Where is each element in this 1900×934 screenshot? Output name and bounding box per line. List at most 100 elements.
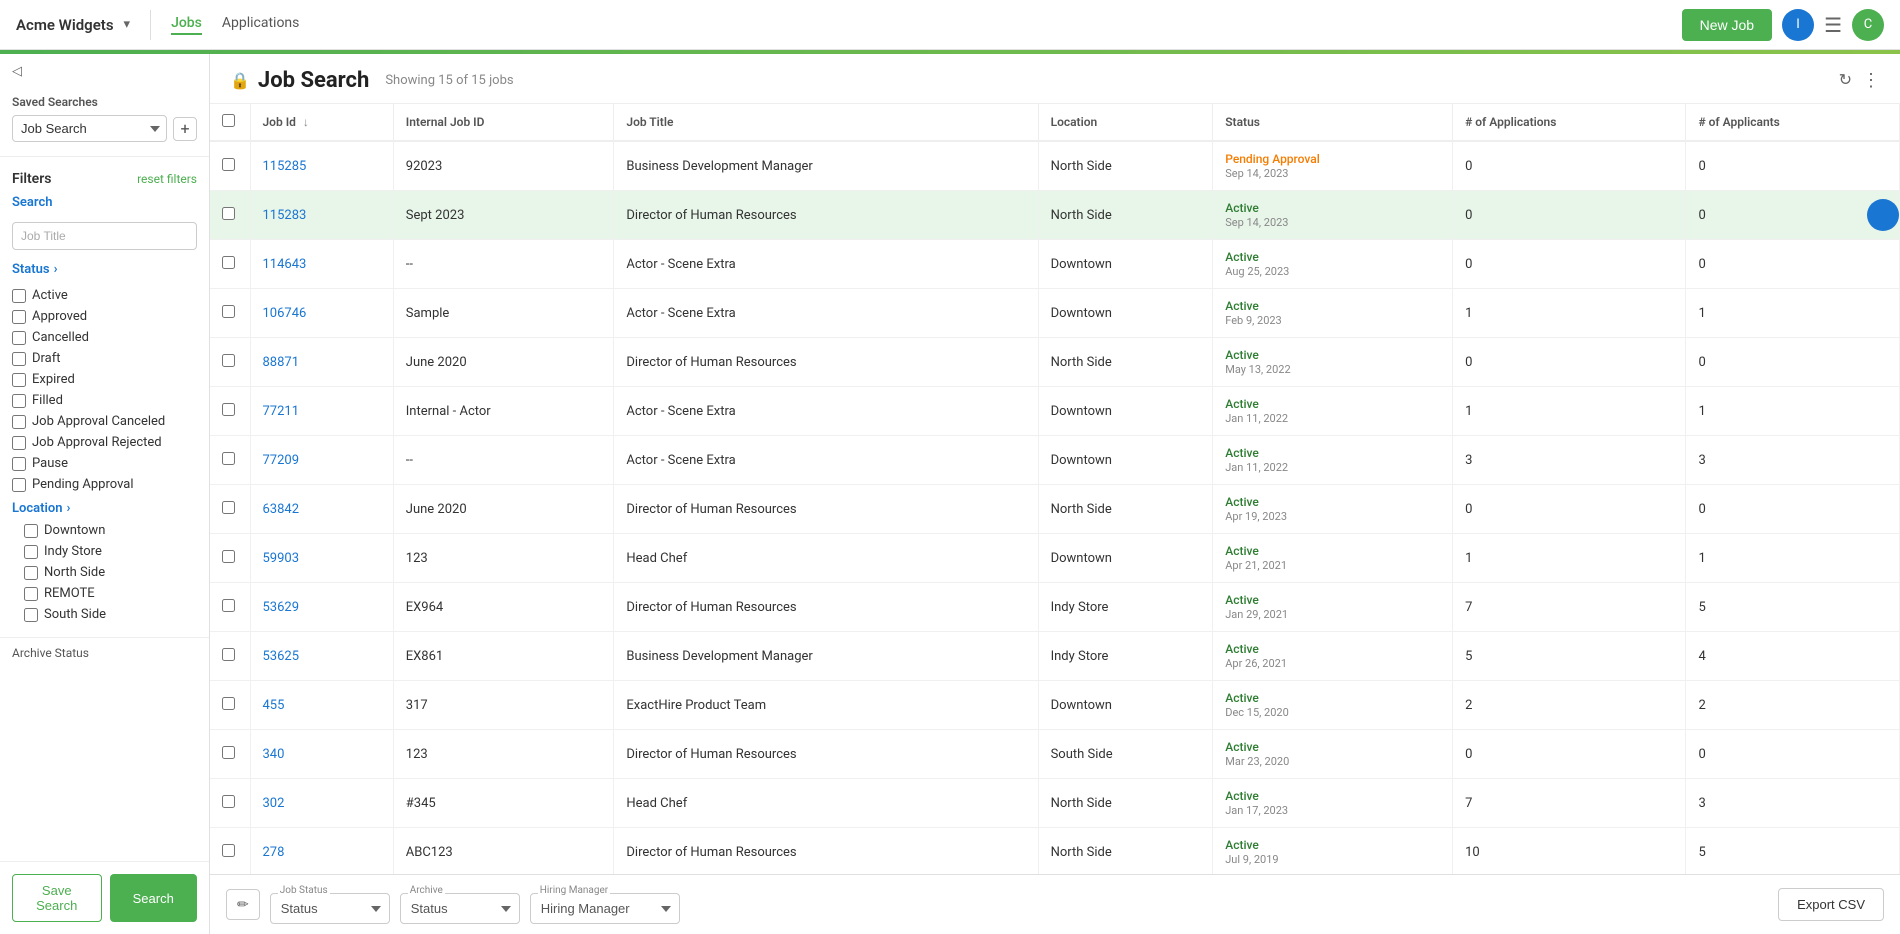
more-options-icon[interactable]: ⋮ bbox=[1862, 70, 1880, 91]
hamburger-icon[interactable]: ☰ bbox=[1824, 13, 1842, 37]
saved-searches-select[interactable]: Job Search bbox=[12, 115, 167, 142]
reset-filters-button[interactable]: reset filters bbox=[137, 172, 197, 186]
status-label-job-approval-rejected[interactable]: Job Approval Rejected bbox=[32, 435, 162, 450]
col-num-applicants[interactable]: # of Applicants bbox=[1686, 104, 1900, 141]
status-label-cancelled[interactable]: Cancelled bbox=[32, 330, 89, 345]
row-checkbox-12[interactable] bbox=[222, 746, 235, 759]
status-label-draft[interactable]: Draft bbox=[32, 351, 61, 366]
edit-icon-button[interactable]: ✏ bbox=[226, 889, 260, 920]
table-row[interactable]: 455 317 ExactHire Product Team Downtown … bbox=[210, 681, 1900, 730]
location-label-north-side[interactable]: North Side bbox=[44, 565, 105, 580]
job-title-search-input[interactable] bbox=[12, 222, 197, 250]
status-label-approved[interactable]: Approved bbox=[32, 309, 87, 324]
add-saved-search-button[interactable]: + bbox=[173, 117, 197, 141]
row-num-applications: 0 bbox=[1453, 338, 1686, 387]
table-row[interactable]: 53629 EX964 Director of Human Resources … bbox=[210, 583, 1900, 632]
hiring-manager-select[interactable]: Hiring Manager bbox=[530, 893, 680, 924]
table-row[interactable]: 77209 -- Actor - Scene Extra Downtown Ac… bbox=[210, 436, 1900, 485]
row-status-label: Active bbox=[1225, 593, 1259, 607]
table-row[interactable]: 115283 Sept 2023 Director of Human Resou… bbox=[210, 191, 1900, 240]
row-status-label: Active bbox=[1225, 397, 1259, 411]
table-row[interactable]: 106746 Sample Actor - Scene Extra Downto… bbox=[210, 289, 1900, 338]
brand-name[interactable]: Acme Widgets bbox=[16, 16, 114, 34]
row-checkbox-11[interactable] bbox=[222, 697, 235, 710]
location-checkbox-indy-store[interactable] bbox=[24, 545, 38, 559]
col-status[interactable]: Status bbox=[1213, 104, 1453, 141]
archive-select[interactable]: Status bbox=[400, 893, 520, 924]
refresh-icon[interactable]: ↻ bbox=[1839, 70, 1852, 91]
new-job-button[interactable]: New Job bbox=[1682, 9, 1772, 41]
table-row[interactable]: 302 #345 Head Chef North Side Active Jan… bbox=[210, 779, 1900, 828]
job-status-select[interactable]: Status bbox=[270, 893, 390, 924]
select-all-checkbox[interactable] bbox=[222, 114, 235, 127]
status-label-pending-approval[interactable]: Pending Approval bbox=[32, 477, 134, 492]
row-checkbox-7[interactable] bbox=[222, 501, 235, 514]
search-button[interactable]: Search bbox=[110, 874, 198, 922]
col-location[interactable]: Location bbox=[1038, 104, 1213, 141]
location-label-downtown[interactable]: Downtown bbox=[44, 523, 105, 538]
row-num-applicants: 0 bbox=[1686, 240, 1900, 289]
row-checkbox-4[interactable] bbox=[222, 354, 235, 367]
location-checkbox-remote[interactable] bbox=[24, 587, 38, 601]
location-label-remote[interactable]: REMOTE bbox=[44, 586, 95, 601]
user-avatar-c[interactable]: C bbox=[1852, 9, 1884, 41]
row-checkbox-10[interactable] bbox=[222, 648, 235, 661]
status-checkbox-job-approval-canceled[interactable] bbox=[12, 415, 26, 429]
row-checkbox-3[interactable] bbox=[222, 305, 235, 318]
table-row[interactable]: 77211 Internal - Actor Actor - Scene Ext… bbox=[210, 387, 1900, 436]
row-checkbox-9[interactable] bbox=[222, 599, 235, 612]
table-row[interactable]: 63842 June 2020 Director of Human Resour… bbox=[210, 485, 1900, 534]
row-checkbox-cell bbox=[210, 632, 250, 681]
tab-jobs[interactable]: Jobs bbox=[171, 15, 202, 35]
status-label-job-approval-canceled[interactable]: Job Approval Canceled bbox=[32, 414, 165, 429]
table-row[interactable]: 53625 EX861 Business Development Manager… bbox=[210, 632, 1900, 681]
row-checkbox-6[interactable] bbox=[222, 452, 235, 465]
col-job-title[interactable]: Job Title bbox=[614, 104, 1038, 141]
row-checkbox-14[interactable] bbox=[222, 844, 235, 857]
status-label-pause[interactable]: Pause bbox=[32, 456, 68, 471]
brand-caret[interactable]: ▾ bbox=[124, 17, 131, 32]
col-job-id[interactable]: Job Id ↓ bbox=[250, 104, 393, 141]
status-checkbox-filled[interactable] bbox=[12, 394, 26, 408]
save-search-button[interactable]: Save Search bbox=[12, 874, 102, 922]
status-checkbox-active[interactable] bbox=[12, 289, 26, 303]
row-status-label: Active bbox=[1225, 544, 1259, 558]
export-csv-button[interactable]: Export CSV bbox=[1778, 888, 1884, 921]
status-checkbox-expired[interactable] bbox=[12, 373, 26, 387]
table-row[interactable]: 59903 123 Head Chef Downtown Active Apr … bbox=[210, 534, 1900, 583]
status-checkbox-cancelled[interactable] bbox=[12, 331, 26, 345]
row-checkbox-1[interactable] bbox=[222, 207, 235, 220]
location-checkbox-north-side[interactable] bbox=[24, 566, 38, 580]
row-checkbox-13[interactable] bbox=[222, 795, 235, 808]
row-checkbox-2[interactable] bbox=[222, 256, 235, 269]
table-row[interactable]: 278 ABC123 Director of Human Resources N… bbox=[210, 828, 1900, 875]
row-status: Active Aug 25, 2023 bbox=[1213, 240, 1453, 289]
status-checkbox-job-approval-rejected[interactable] bbox=[12, 436, 26, 450]
table-row[interactable]: 340 123 Director of Human Resources Sout… bbox=[210, 730, 1900, 779]
status-checkbox-pause[interactable] bbox=[12, 457, 26, 471]
status-checkbox-list: Active Approved Cancelled Draft Expired … bbox=[0, 285, 209, 495]
table-row[interactable]: 115285 92023 Business Development Manage… bbox=[210, 141, 1900, 191]
row-checkbox-8[interactable] bbox=[222, 550, 235, 563]
row-checkbox-0[interactable] bbox=[222, 158, 235, 171]
table-row[interactable]: 114643 -- Actor - Scene Extra Downtown A… bbox=[210, 240, 1900, 289]
showing-label: Showing 15 of 15 jobs bbox=[385, 73, 513, 88]
col-num-applications[interactable]: # of Applications bbox=[1453, 104, 1686, 141]
location-label-indy-store[interactable]: Indy Store bbox=[44, 544, 102, 559]
row-num-applicants: 2 bbox=[1686, 681, 1900, 730]
location-checkbox-downtown[interactable] bbox=[24, 524, 38, 538]
status-label-filled[interactable]: Filled bbox=[32, 393, 63, 408]
status-label-expired[interactable]: Expired bbox=[32, 372, 75, 387]
location-checkbox-south-side[interactable] bbox=[24, 608, 38, 622]
status-checkbox-approved[interactable] bbox=[12, 310, 26, 324]
user-icon-i[interactable]: I bbox=[1782, 9, 1814, 41]
status-checkbox-draft[interactable] bbox=[12, 352, 26, 366]
col-internal-job-id[interactable]: Internal Job ID bbox=[393, 104, 614, 141]
tab-applications[interactable]: Applications bbox=[222, 15, 300, 35]
location-label-south-side[interactable]: South Side bbox=[44, 607, 106, 622]
table-row[interactable]: 88871 June 2020 Director of Human Resour… bbox=[210, 338, 1900, 387]
row-checkbox-5[interactable] bbox=[222, 403, 235, 416]
status-checkbox-pending-approval[interactable] bbox=[12, 478, 26, 492]
status-label-active[interactable]: Active bbox=[32, 288, 68, 303]
sidebar-collapse-button[interactable]: ◁ bbox=[0, 54, 209, 89]
